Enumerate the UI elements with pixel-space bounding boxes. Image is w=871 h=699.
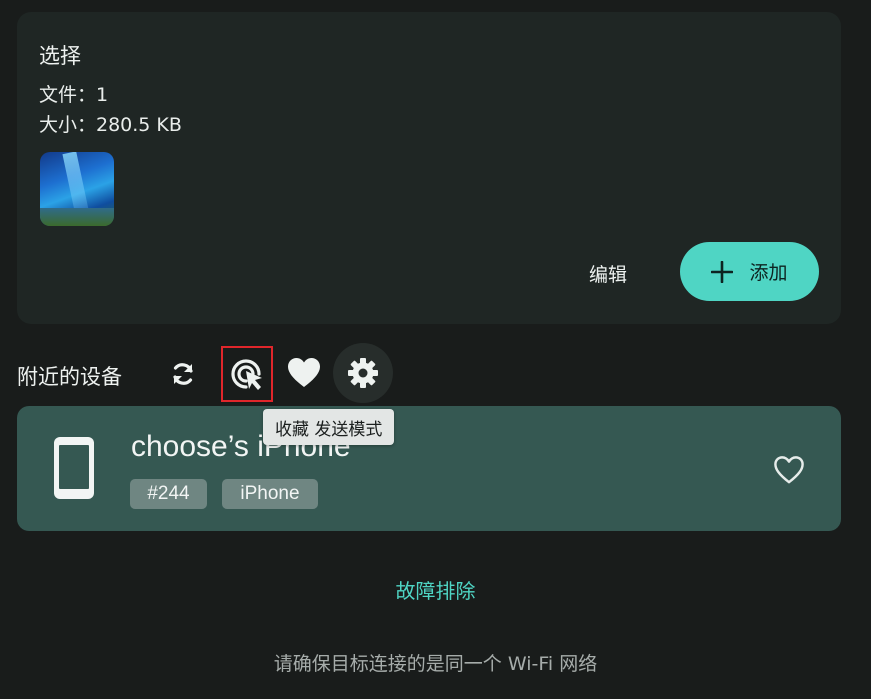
network-hint: 请确保目标连接的是同一个 Wi-Fi 网络 [273,653,598,675]
troubleshoot-link[interactable]: 故障排除 [0,575,871,604]
edit-button[interactable]: 编辑 [589,260,627,287]
gear-icon [348,358,378,388]
add-icon [711,260,734,283]
file-count: 文件：1 [39,84,109,106]
favorites-button[interactable] [284,353,324,393]
add-button-label: 添加 [749,262,788,284]
device-id-tag: #244 [130,479,207,509]
nearby-devices-label: 附近的设备 [17,365,122,389]
app-window: 选择 文件：1 大小：280.5 KB 编辑 添加 附近的设备 choose’s… [0,0,871,699]
device-card[interactable]: choose’s iPhone #244 iPhone [17,406,841,531]
phone-icon [54,437,94,499]
send-mode-tooltip: 收藏 发送模式 [263,409,395,445]
send-mode-button[interactable] [221,346,273,402]
settings-button[interactable] [333,343,393,403]
file-size: 大小：280.5 KB [39,114,182,136]
selection-card: 选择 文件：1 大小：280.5 KB 编辑 添加 [17,12,841,324]
thumbnail-ground [40,208,114,226]
add-button[interactable]: 添加 [680,242,819,301]
favorite-device-button[interactable] [769,450,809,490]
selected-file-thumbnail[interactable] [40,152,114,226]
device-model-tag: iPhone [222,479,318,509]
selection-title: 选择 [39,44,81,68]
heart-outline-icon [774,456,804,484]
refresh-button[interactable] [165,356,201,392]
refresh-icon [173,363,193,385]
heart-icon [288,358,320,387]
cursor-click-icon [231,359,262,390]
